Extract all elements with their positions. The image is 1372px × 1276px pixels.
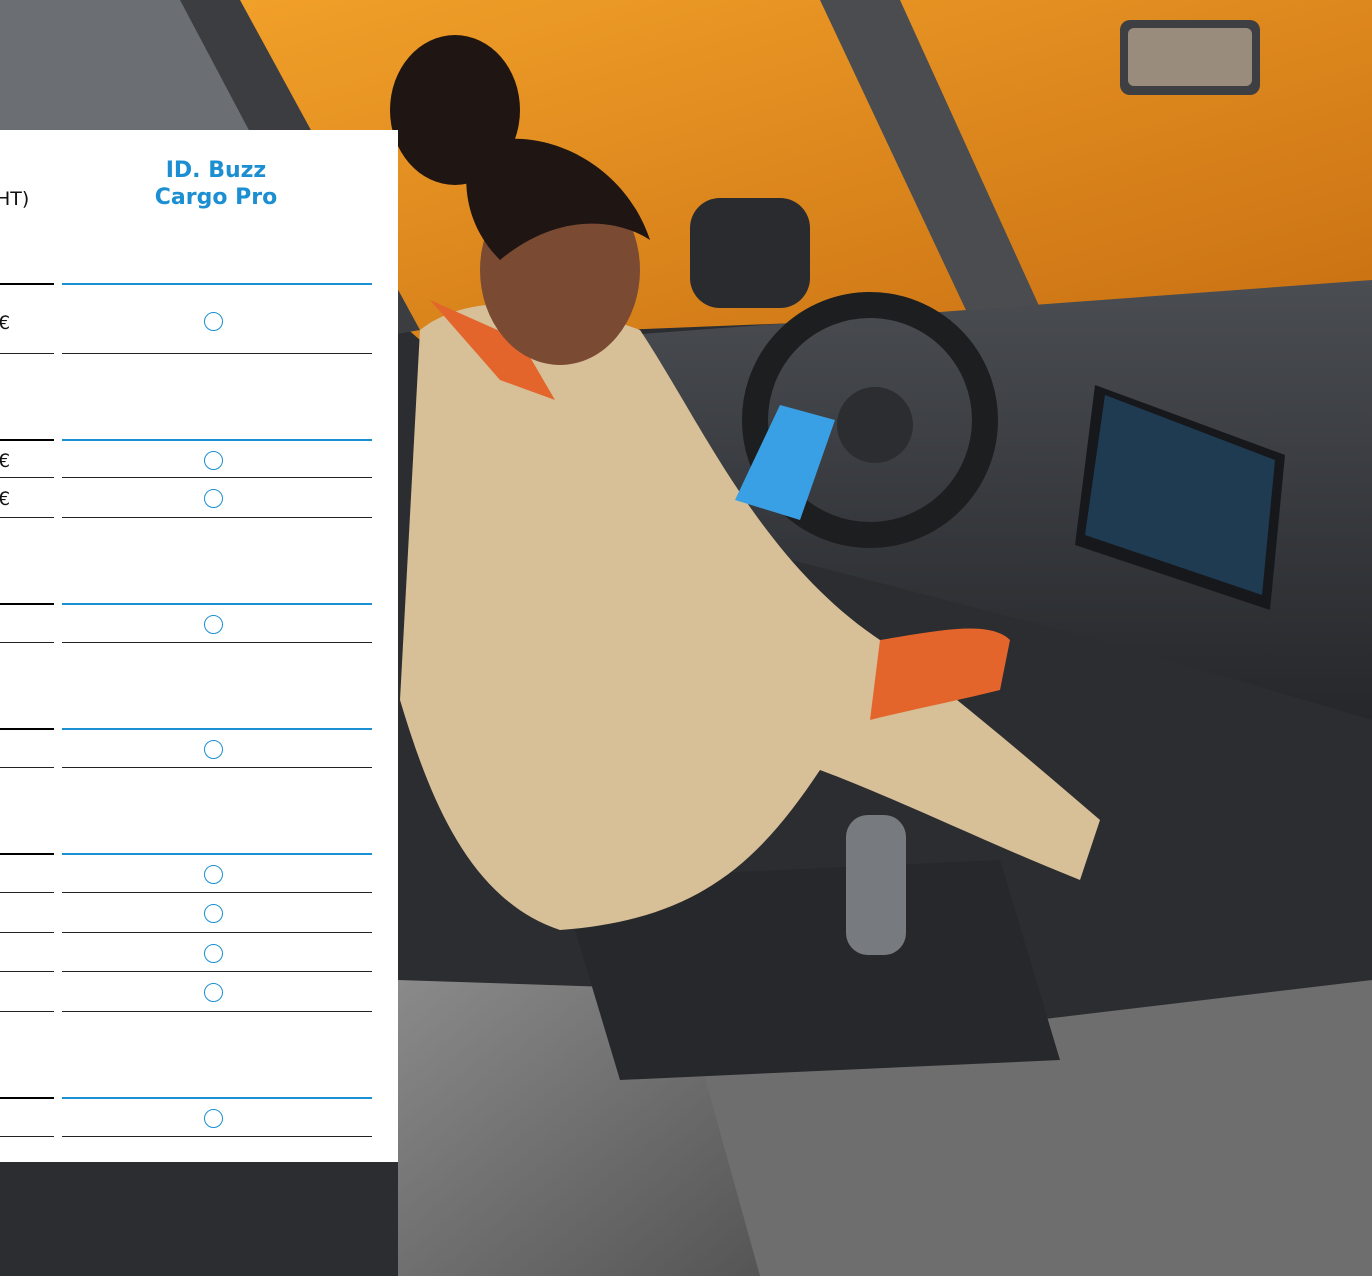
option-available-icon bbox=[204, 983, 223, 1002]
table-row: € bbox=[0, 892, 398, 934]
row-divider bbox=[62, 642, 372, 643]
row-divider bbox=[0, 283, 54, 285]
table-row: € bbox=[0, 728, 398, 768]
table-row: € bbox=[0, 283, 398, 354]
row-divider bbox=[62, 1136, 372, 1137]
row-divider bbox=[0, 1011, 54, 1012]
row-divider bbox=[62, 853, 372, 855]
price-cell: € bbox=[0, 312, 11, 334]
price-cell: € bbox=[0, 1099, 46, 1139]
option-available-icon bbox=[204, 615, 223, 634]
row-divider bbox=[0, 1136, 54, 1137]
row-divider bbox=[62, 603, 372, 605]
column-header-line-1: ID. Buzz bbox=[165, 158, 267, 183]
option-available-icon bbox=[204, 904, 223, 923]
table-row: € bbox=[0, 439, 398, 479]
table-row: € bbox=[0, 1097, 398, 1137]
table-row bbox=[0, 971, 398, 1012]
price-cell bbox=[0, 971, 56, 1011]
column-header-line-2: Cargo Pro bbox=[154, 185, 278, 210]
row-divider bbox=[0, 517, 54, 518]
table-row: € bbox=[0, 853, 398, 893]
row-divider bbox=[62, 767, 372, 768]
option-available-icon bbox=[204, 740, 223, 759]
row-divider bbox=[0, 642, 54, 643]
price-cell bbox=[0, 932, 56, 972]
price-cell: € bbox=[0, 488, 11, 510]
row-divider bbox=[62, 1011, 372, 1012]
price-cell: € bbox=[0, 894, 46, 934]
option-available-icon bbox=[204, 944, 223, 963]
row-divider bbox=[62, 439, 372, 441]
option-available-icon bbox=[204, 1109, 223, 1128]
row-divider bbox=[62, 517, 372, 518]
option-available-icon bbox=[204, 451, 223, 470]
price-cell: € bbox=[0, 855, 46, 895]
price-cell: € bbox=[0, 605, 46, 645]
table-row: € bbox=[0, 603, 398, 643]
option-available-icon bbox=[204, 865, 223, 884]
row-divider bbox=[62, 283, 372, 285]
row-divider bbox=[62, 728, 372, 730]
row-divider bbox=[0, 353, 54, 354]
row-divider bbox=[0, 767, 54, 768]
price-cell: € bbox=[0, 730, 46, 770]
column-header-id-buzz-cargo-pro: ID. Buzz Cargo Pro bbox=[146, 157, 286, 211]
option-available-icon bbox=[204, 312, 223, 331]
table-row bbox=[0, 932, 398, 972]
option-available-icon bbox=[204, 489, 223, 508]
table-row: € bbox=[0, 477, 398, 518]
row-divider bbox=[62, 1097, 372, 1099]
price-column-header: HT) bbox=[0, 188, 30, 210]
price-cell: € bbox=[0, 450, 11, 472]
row-divider bbox=[62, 353, 372, 354]
